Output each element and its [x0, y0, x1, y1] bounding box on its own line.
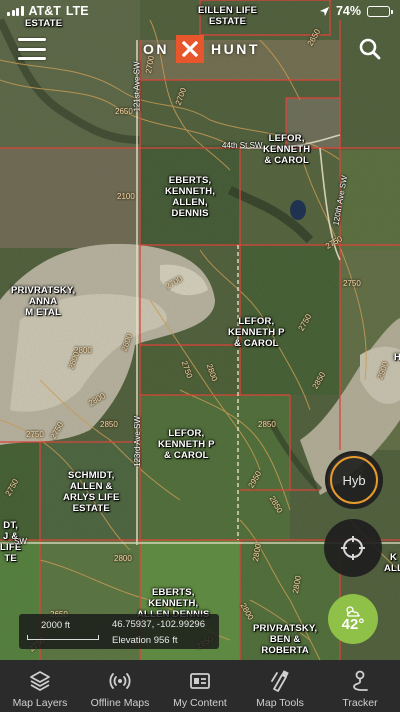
contour-label: 2750 [343, 279, 361, 288]
onx-logo: ON HUNT [143, 35, 260, 63]
owner-name-line: LEFOR, [168, 428, 205, 439]
owner-name-line: M ETAL [25, 307, 62, 318]
owner-label[interactable]: LEFOR, KENNETH & CAROL [263, 133, 310, 166]
search-icon[interactable] [358, 37, 382, 61]
scale-label: 2000 ft [41, 620, 71, 631]
owner-name-line: TE [4, 553, 17, 564]
owner-name-line: KENNETH, [148, 598, 199, 609]
owner-name-line: PRIVRATSKY, [253, 623, 318, 634]
tab-my-content[interactable]: My Content [160, 660, 240, 712]
scale-bar [27, 635, 99, 640]
owner-name-line: EBERTS, [152, 587, 195, 598]
owner-name-line: KENNETH [263, 144, 311, 155]
contour-label: 2850 [100, 420, 118, 429]
owner-name-line: LEFOR, [238, 316, 275, 327]
owner-name-line: ARLYS LIFE [63, 492, 120, 503]
tab-map-layers[interactable]: Map Layers [0, 660, 80, 712]
owner-name-line: DT, [3, 520, 19, 531]
contour-label: 2800 [114, 554, 132, 563]
owner-name-line: EBERTS, [168, 175, 212, 186]
tab-label: Tracker [342, 697, 378, 709]
network-label: LTE [65, 4, 89, 18]
owner-name-line: KENNETH P [228, 327, 285, 338]
contour-label: 2750 [26, 430, 44, 439]
temperature-label: 42° [341, 616, 365, 633]
owner-name-line: & CAROL [164, 450, 209, 461]
carrier-label: AT&T [28, 4, 61, 18]
owner-name-line: KENNETH, [165, 186, 216, 197]
road-label: 123rd Ave SW [133, 416, 142, 467]
owner-name-line: ANNA [29, 296, 58, 307]
owner-name-line: BEN & [269, 634, 301, 645]
menu-icon[interactable] [18, 38, 46, 60]
road-label: 44th St SW [222, 141, 263, 150]
coordinates-readout: 46.75937, -102.99296 [112, 619, 205, 630]
owner-name-line: ALL [384, 563, 400, 574]
tab-label: Map Tools [256, 697, 304, 709]
owner-name-line: H [394, 352, 400, 363]
battery-percent: 74% [335, 4, 361, 18]
owner-name-line: & CAROL [264, 155, 309, 166]
status-right: 74% [319, 4, 393, 18]
tab-tracker[interactable]: Tracker [320, 660, 400, 712]
road-label: SW [14, 537, 27, 546]
tab-label: Offline Maps [90, 697, 150, 709]
owner-name-line: ALLEN & [69, 481, 113, 492]
owner-name-line: LEFOR, [268, 133, 305, 144]
contour-label: 2850 [258, 420, 276, 429]
owner-name-line: ROBERTA [261, 645, 309, 656]
offline-signal-icon [109, 673, 131, 689]
locate-button[interactable] [324, 519, 382, 577]
tab-offline-maps[interactable]: Offline Maps [80, 660, 160, 712]
owner-name-line: ESTATE [72, 503, 110, 514]
signal-icon [7, 6, 24, 16]
owner-label[interactable]: SCHMIDT, ALLEN & ARLYS LIFE ESTATE [63, 470, 120, 514]
owner-label[interactable]: PRIVRATSKY, ANNA M ETAL [11, 285, 75, 318]
owner-label[interactable]: H [394, 352, 400, 363]
weather-button[interactable]: 42° [328, 594, 378, 644]
owner-label[interactable]: PRIVRATSKY, BEN & ROBERTA [253, 623, 317, 656]
basemap-toggle-button[interactable]: Hyb [325, 451, 383, 509]
basemap-toggle-label: Hyb [342, 472, 366, 488]
contour-label: 2650 [115, 107, 133, 116]
owner-label[interactable]: KALL [384, 552, 400, 574]
bottom-tab-bar: Map Layers Offline Maps My Content Map T… [0, 660, 400, 712]
owner-label[interactable]: EBERTS, KENNETH, ALLEN, DENNIS [165, 175, 215, 219]
owner-label[interactable]: LEFOR, KENNETH P & CAROL [158, 428, 215, 461]
elevation-readout: Elevation 956 ft [112, 635, 178, 646]
owner-name-line: K [390, 552, 398, 563]
status-left: AT&T LTE [7, 4, 89, 18]
tab-map-tools[interactable]: Map Tools [240, 660, 320, 712]
owner-name-line: SCHMIDT, [68, 470, 115, 481]
owner-name-line: PRIVRATSKY, [11, 285, 76, 296]
owner-name-line: KENNETH P [158, 439, 215, 450]
tools-icon [271, 670, 289, 692]
onx-logo-icon [176, 35, 204, 63]
battery-icon [367, 5, 393, 17]
status-bar: AT&T LTE 74% [0, 0, 400, 22]
basemap-toggle-ring: Hyb [330, 456, 378, 504]
logo-left-text: ON [143, 41, 169, 57]
layers-icon [30, 671, 50, 691]
crosshair-icon [341, 536, 365, 560]
tab-label: My Content [173, 697, 227, 709]
app-header: ON HUNT [0, 30, 400, 70]
owner-label[interactable]: LEFOR, KENNETH P & CAROL [228, 316, 285, 349]
content-card-icon [190, 673, 210, 689]
tab-label: Map Layers [12, 697, 68, 709]
owner-name-line: DENNIS [171, 208, 209, 219]
logo-right-text: HUNT [211, 41, 260, 57]
contour-label: 2100 [117, 192, 135, 201]
location-arrow-icon [319, 6, 330, 16]
owner-name-line: ALLEN, [172, 197, 208, 208]
tracker-pin-icon [353, 670, 368, 691]
owner-name-line: & CAROL [234, 338, 279, 349]
map-info-panel: 2000 ft 46.75937, -102.99296 Elevation 9… [19, 614, 219, 649]
